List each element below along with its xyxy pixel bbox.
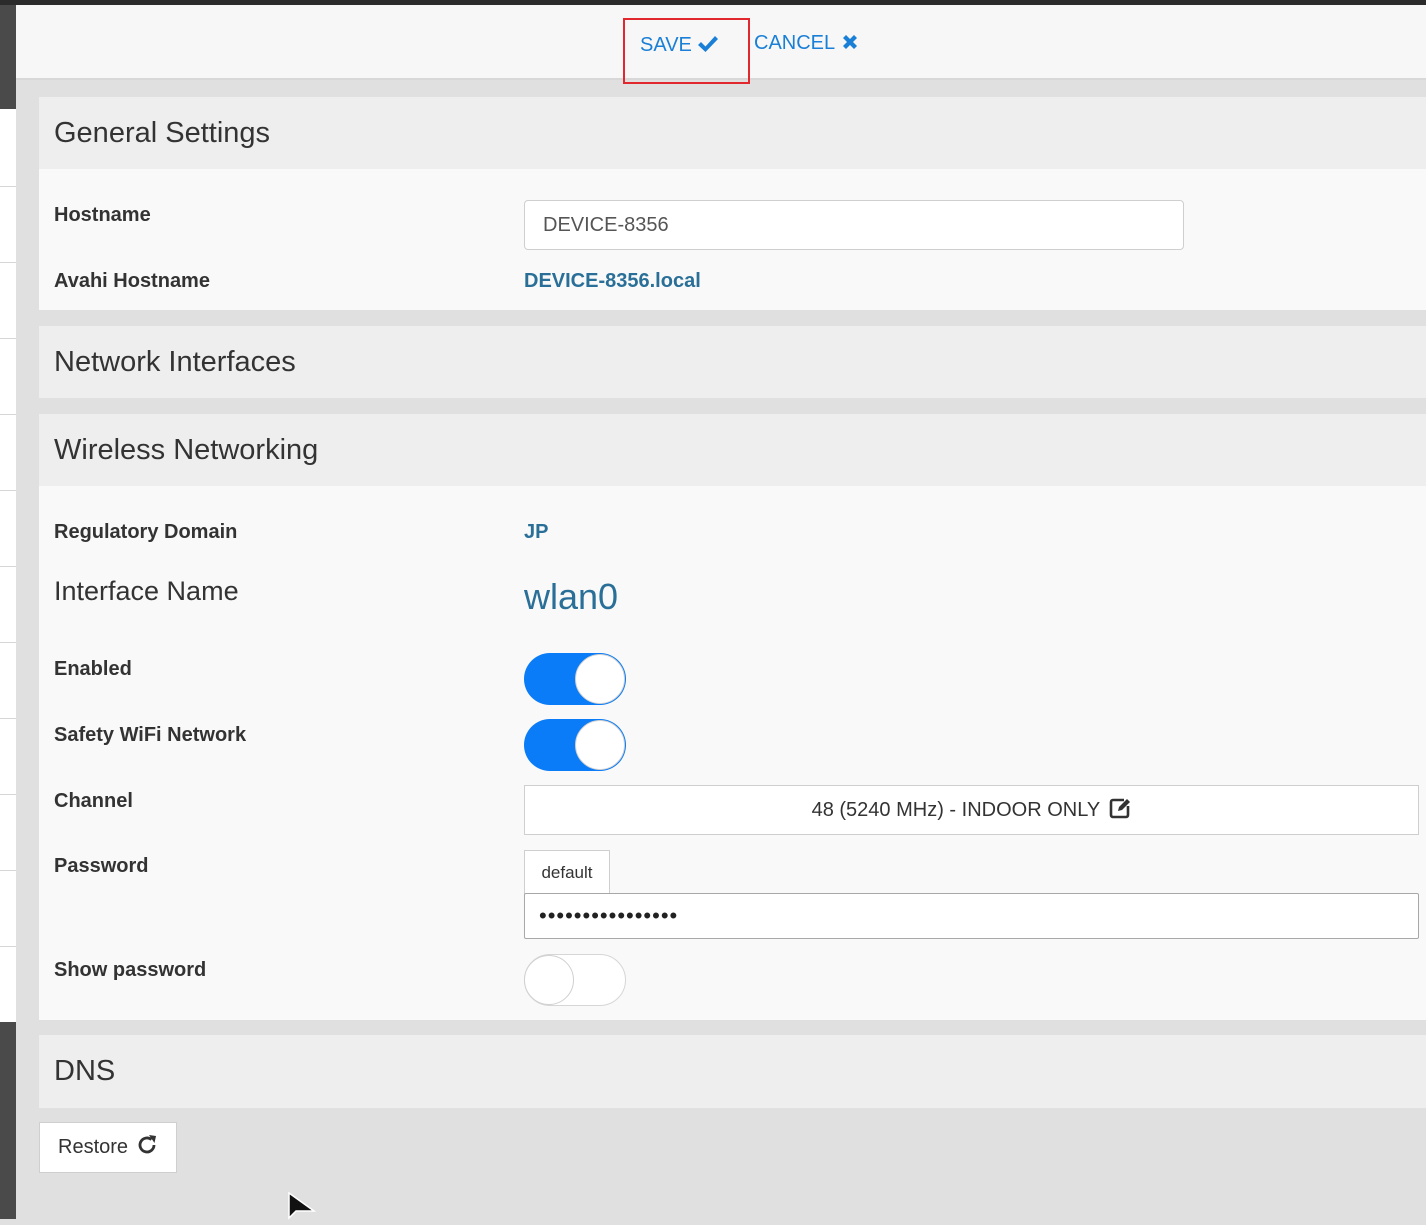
interface-name-label: Interface Name xyxy=(54,576,239,606)
sidebar-dark-bottom xyxy=(0,1022,16,1219)
network-interfaces-header[interactable]: Network Interfaces xyxy=(39,326,1426,398)
sidebar-divider xyxy=(0,718,16,719)
cancel-button[interactable]: CANCEL xyxy=(754,32,860,58)
avahi-hostname-label: Avahi Hostname xyxy=(54,270,210,292)
password-label: Password xyxy=(54,855,149,877)
toolbar: SAVE CANCEL xyxy=(16,5,1426,84)
show-password-label: Show password xyxy=(54,959,207,981)
x-icon xyxy=(840,32,860,58)
password-input[interactable]: •••••••••••••••• xyxy=(524,893,1419,939)
channel-value: 48 (5240 MHz) - INDOOR ONLY xyxy=(811,799,1100,821)
sidebar-divider xyxy=(0,946,16,947)
refresh-icon xyxy=(136,1126,158,1175)
wireless-networking-body xyxy=(39,486,1426,1020)
safety-wifi-toggle[interactable] xyxy=(524,719,626,771)
cancel-label: CANCEL xyxy=(754,32,836,54)
sidebar-divider xyxy=(0,490,16,491)
enabled-toggle[interactable] xyxy=(524,653,626,705)
toggle-knob xyxy=(575,654,625,704)
hostname-label: Hostname xyxy=(54,204,151,226)
toggle-knob xyxy=(524,955,574,1005)
restore-label: Restore xyxy=(58,1136,129,1158)
password-default-button[interactable]: default xyxy=(524,850,610,894)
save-label: SAVE xyxy=(640,34,692,56)
restore-button[interactable]: Restore xyxy=(39,1122,177,1173)
show-password-toggle[interactable] xyxy=(524,954,626,1006)
sidebar-divider xyxy=(0,414,16,415)
general-settings-header[interactable]: General Settings xyxy=(39,97,1426,169)
sidebar-divider xyxy=(0,794,16,795)
save-button[interactable]: SAVE xyxy=(623,18,750,84)
avahi-hostname-value: DEVICE-8356.local xyxy=(524,270,701,292)
wireless-networking-header[interactable]: Wireless Networking xyxy=(39,414,1426,486)
regulatory-domain-label: Regulatory Domain xyxy=(54,521,238,543)
dns-header[interactable]: DNS xyxy=(39,1035,1426,1108)
wireless-networking-title: Wireless Networking xyxy=(54,434,319,466)
sidebar-divider xyxy=(0,186,16,187)
mouse-cursor-icon xyxy=(288,1191,317,1225)
sidebar-dark-top xyxy=(0,5,16,109)
channel-select[interactable]: 48 (5240 MHz) - INDOOR ONLY xyxy=(524,785,1419,835)
general-settings-title: General Settings xyxy=(54,117,271,149)
hostname-input[interactable] xyxy=(524,200,1184,250)
sidebar-divider xyxy=(0,642,16,643)
interface-name-value: wlan0 xyxy=(524,576,619,617)
enabled-label: Enabled xyxy=(54,658,132,680)
toggle-knob xyxy=(575,720,625,770)
sidebar-divider xyxy=(0,566,16,567)
dns-title: DNS xyxy=(54,1055,116,1087)
left-sidebar-strip xyxy=(0,5,16,1219)
network-interfaces-title: Network Interfaces xyxy=(54,346,296,378)
channel-label: Channel xyxy=(54,790,133,812)
edit-icon xyxy=(1109,789,1131,837)
sidebar-divider xyxy=(0,338,16,339)
sidebar-divider xyxy=(0,870,16,871)
sidebar-divider xyxy=(0,262,16,263)
regulatory-domain-value: JP xyxy=(524,521,549,543)
safety-wifi-label: Safety WiFi Network xyxy=(54,724,247,746)
check-icon xyxy=(697,34,719,60)
